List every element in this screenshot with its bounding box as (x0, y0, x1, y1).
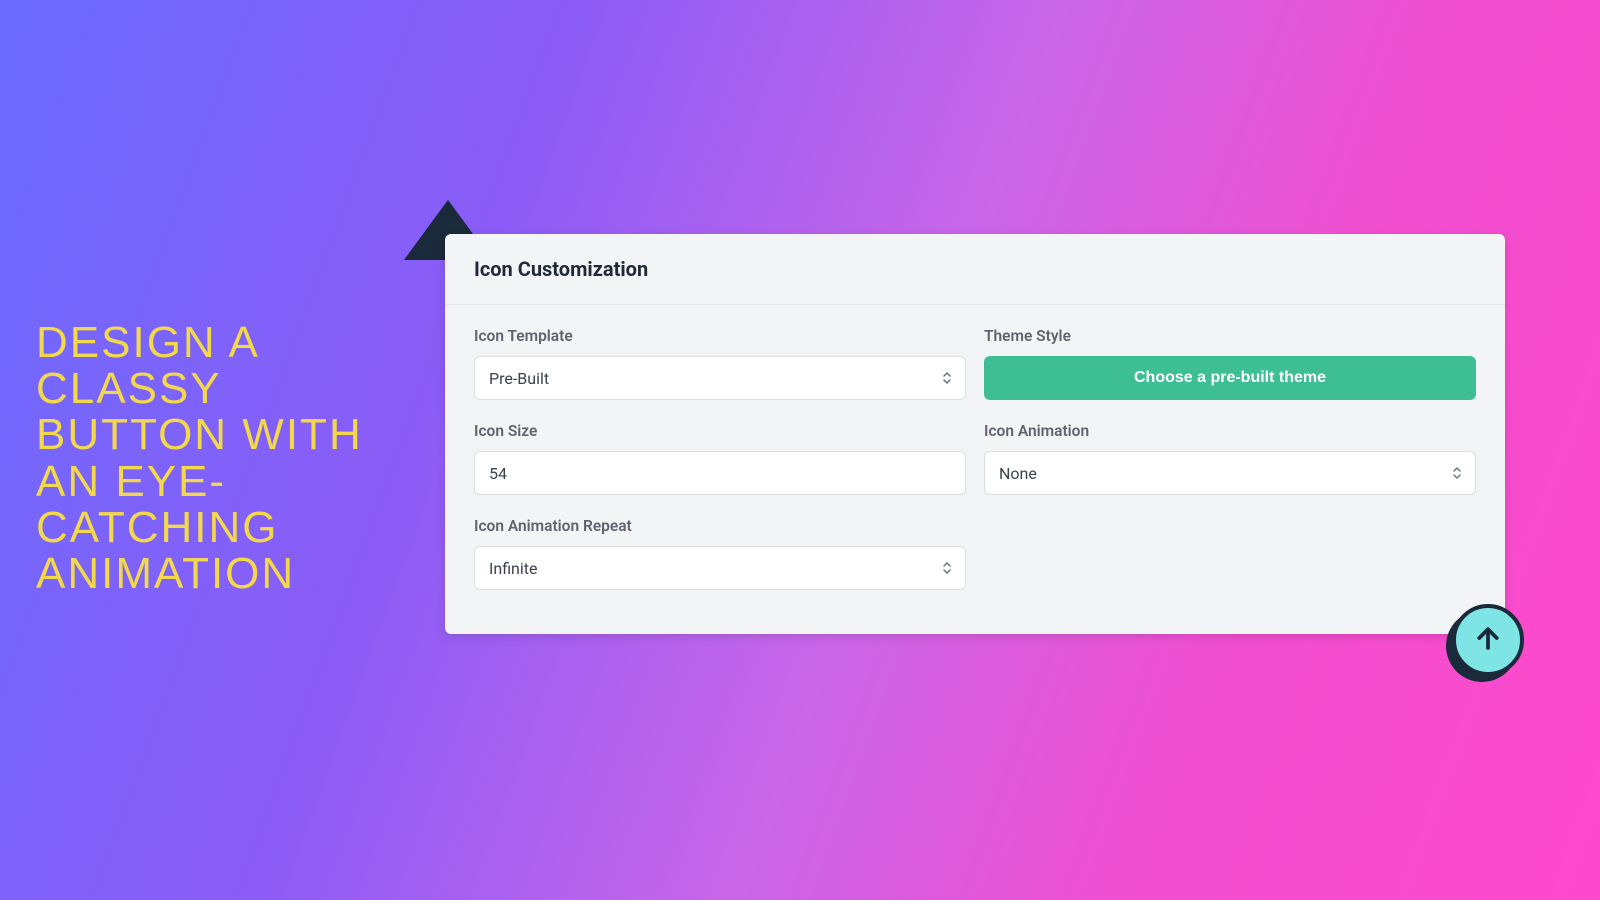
panel-title: Icon Customization (474, 257, 1476, 281)
icon-template-group: Icon Template Pre-Built (474, 327, 966, 400)
theme-style-label: Theme Style (984, 327, 1476, 345)
icon-animation-select[interactable]: None (984, 451, 1476, 495)
choose-theme-button-label: Choose a pre-built theme (1134, 369, 1326, 387)
chevron-updown-icon (942, 371, 952, 385)
panel-body: Icon Template Pre-Built Theme Style Choo… (445, 305, 1505, 634)
theme-style-group: Theme Style Choose a pre-built theme (984, 327, 1476, 400)
icon-template-label: Icon Template (474, 327, 966, 345)
icon-animation-repeat-label: Icon Animation Repeat (474, 517, 966, 535)
scroll-to-top-button[interactable] (1452, 604, 1524, 676)
icon-animation-label: Icon Animation (984, 422, 1476, 440)
icon-customization-panel: Icon Customization Icon Template Pre-Bui… (445, 234, 1505, 634)
icon-animation-repeat-group: Icon Animation Repeat Infinite (474, 517, 966, 590)
chevron-updown-icon (1452, 466, 1462, 480)
icon-template-value: Pre-Built (489, 369, 549, 388)
arrow-up-icon (1473, 623, 1503, 657)
icon-animation-repeat-select[interactable]: Infinite (474, 546, 966, 590)
icon-size-value: 54 (489, 464, 507, 483)
icon-size-label: Icon Size (474, 422, 966, 440)
page-headline: DESIGN A CLASSY BUTTON WITH AN EYE-CATCH… (36, 320, 396, 597)
icon-animation-group: Icon Animation None (984, 422, 1476, 495)
icon-template-select[interactable]: Pre-Built (474, 356, 966, 400)
choose-theme-button[interactable]: Choose a pre-built theme (984, 356, 1476, 400)
icon-animation-value: None (999, 464, 1037, 483)
icon-animation-repeat-value: Infinite (489, 559, 538, 578)
panel-header: Icon Customization (445, 234, 1505, 305)
chevron-updown-icon (942, 561, 952, 575)
icon-size-input[interactable]: 54 (474, 451, 966, 495)
icon-size-group: Icon Size 54 (474, 422, 966, 495)
